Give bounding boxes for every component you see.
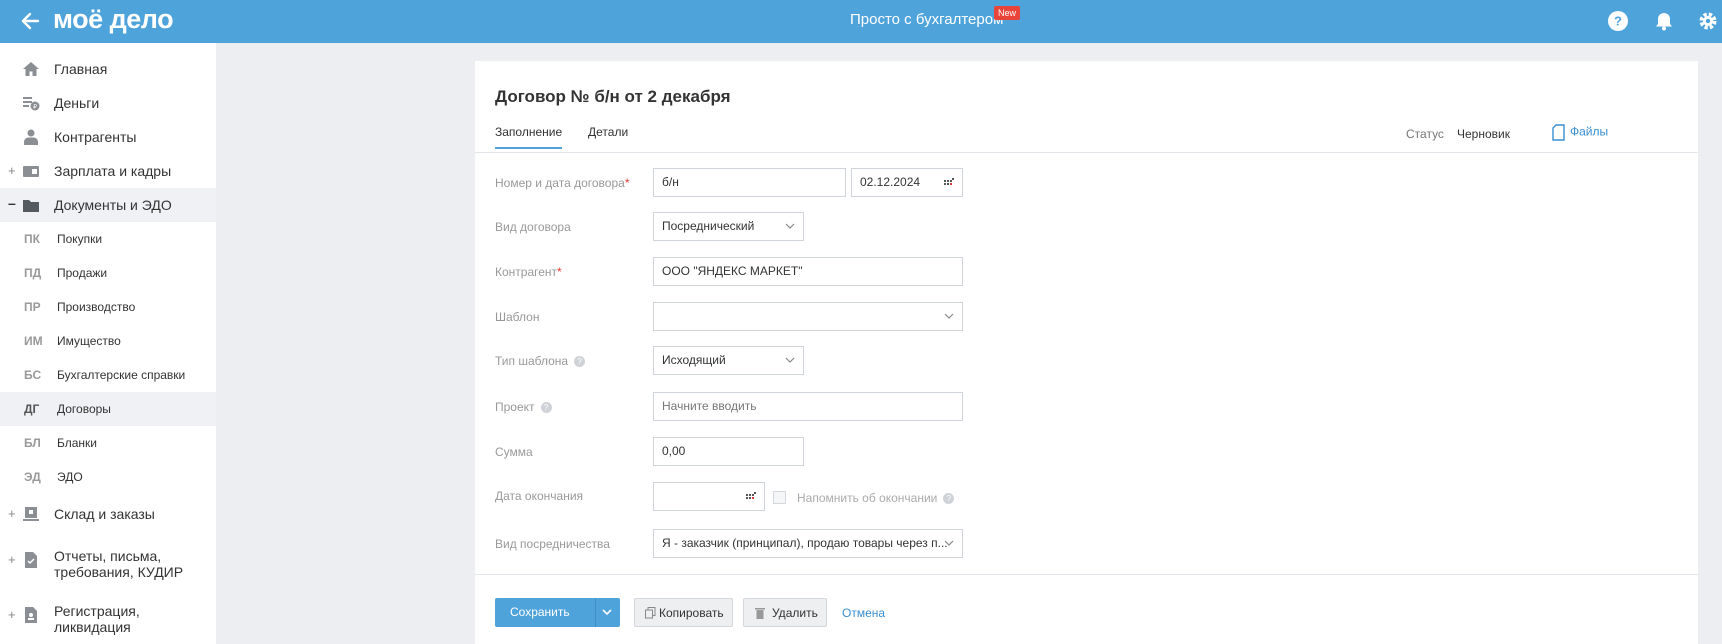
expand-icon[interactable]: +: [8, 552, 18, 567]
page-title: Договор № б/н от 2 декабря: [495, 87, 731, 106]
home-icon: [22, 60, 40, 78]
template-select[interactable]: [653, 302, 963, 331]
template-type-select[interactable]: Исходящий: [653, 346, 804, 375]
help-icon[interactable]: ?: [943, 493, 955, 504]
chevron-down-icon[interactable]: [602, 608, 612, 616]
folder-icon: [22, 196, 40, 214]
file-icon: [1552, 124, 1565, 141]
status-value: Черновик: [1457, 127, 1510, 141]
sidebar-item-label: Зарплата и кадры: [54, 163, 172, 179]
sidebar-item-salary[interactable]: + Зарплата и кадры: [0, 154, 216, 188]
sidebar-subitem-edo[interactable]: ЭД ЭДО: [0, 460, 216, 494]
contract-card: Договор № б/н от 2 декабря Заполнение Де…: [475, 61, 1698, 644]
sidebar-subitem-forms[interactable]: БЛ Бланки: [0, 426, 216, 460]
project-label: Проект?: [495, 400, 552, 414]
remind-label: Напомнить об окончании?: [797, 491, 955, 505]
svg-text:?: ?: [1614, 14, 1622, 29]
contract-type-label: Вид договора: [495, 220, 571, 234]
sidebar-subitem-sales[interactable]: ПД Продажи: [0, 256, 216, 290]
help-icon[interactable]: ?: [1607, 10, 1629, 32]
reports-icon: [22, 551, 40, 569]
copy-icon: [645, 607, 656, 619]
sidebar-item-documents[interactable]: – Документы и ЭДО: [0, 188, 216, 222]
help-icon[interactable]: ?: [574, 356, 586, 367]
copy-button[interactable]: Копировать: [634, 598, 733, 627]
template-label: Шаблон: [495, 310, 540, 324]
new-badge: New: [994, 6, 1021, 20]
expand-icon[interactable]: +: [8, 607, 18, 622]
sidebar-item-contractors[interactable]: Контрагенты: [0, 120, 216, 154]
number-date-label: Номер и дата договора*: [495, 176, 630, 190]
money-icon: ₽: [22, 94, 40, 112]
collapse-icon[interactable]: –: [8, 195, 16, 211]
tabs-divider: [475, 152, 1698, 153]
expand-icon[interactable]: +: [8, 163, 18, 178]
trash-icon: [755, 608, 765, 619]
promo-title[interactable]: Просто с бухгалтером: [850, 11, 1003, 28]
chevron-down-icon: [944, 540, 954, 546]
gear-icon[interactable]: [1697, 10, 1719, 32]
expand-icon[interactable]: +: [8, 506, 18, 521]
sidebar-item-label: Склад и заказы: [54, 506, 155, 522]
delete-button[interactable]: Удалить: [743, 598, 827, 627]
tab-details[interactable]: Детали: [588, 125, 628, 139]
project-input[interactable]: Начните вводить: [653, 392, 963, 421]
template-type-label: Тип шаблона?: [495, 354, 586, 368]
files-link[interactable]: Файлы: [1552, 124, 1608, 141]
sidebar-item-label: Отчеты, письма, требования, КУДИР: [54, 548, 184, 580]
save-button[interactable]: Сохранить: [495, 598, 620, 627]
salary-icon: [22, 162, 40, 180]
contractor-input[interactable]: ООО "ЯНДЕКС МАРКЕТ": [653, 257, 963, 286]
end-date-label: Дата окончания: [495, 489, 584, 503]
logo[interactable]: моё дело: [53, 4, 174, 35]
sidebar-item-label: Контрагенты: [54, 129, 137, 145]
sidebar-item-label: Деньги: [54, 95, 100, 111]
sidebar-item-label: Документы и ЭДО: [54, 197, 172, 213]
contractors-icon: [22, 128, 40, 146]
amount-label: Сумма: [495, 445, 533, 459]
amount-input[interactable]: 0,00: [653, 437, 804, 466]
warehouse-icon: [22, 505, 40, 523]
sidebar-subitem-property[interactable]: ИМ Имущество: [0, 324, 216, 358]
chevron-down-icon: [785, 223, 795, 229]
calendar-icon[interactable]: [944, 178, 954, 188]
contractor-label: Контрагент*: [495, 265, 562, 279]
status-label: Статус: [1406, 127, 1444, 141]
sidebar-item-label: Регистрация, ликвидация: [54, 603, 140, 635]
contract-number-input[interactable]: б/н: [653, 168, 846, 197]
sidebar-item-home[interactable]: Главная: [0, 52, 216, 86]
contract-type-select[interactable]: Посреднический: [653, 212, 804, 241]
calendar-icon[interactable]: [746, 492, 756, 502]
sidebar-item-registration[interactable]: + Регистрация, ликвидация: [0, 598, 216, 635]
footer-divider: [475, 574, 1698, 575]
mediation-type-select[interactable]: Я - заказчик (принципал), продаю товары …: [653, 529, 963, 558]
top-bar: моё дело Просто с бухгалтером New ?: [0, 0, 1722, 43]
sidebar-subitem-accounting-notes[interactable]: БС Бухгалтерские справки: [0, 358, 216, 392]
svg-text:₽: ₽: [33, 104, 37, 111]
sidebar: Главная ₽ Деньги Контрагенты + Зарплата …: [0, 43, 216, 644]
sidebar-item-reports[interactable]: + Отчеты, письма, требования, КУДИР: [0, 543, 216, 580]
back-arrow-icon[interactable]: [18, 8, 46, 34]
sidebar-subitem-purchases[interactable]: ПК Покупки: [0, 222, 216, 256]
sidebar-subitem-production[interactable]: ПР Производство: [0, 290, 216, 324]
sidebar-item-warehouse[interactable]: + Склад и заказы: [0, 497, 216, 531]
bell-icon[interactable]: [1653, 10, 1675, 32]
sidebar-subitem-contracts[interactable]: ДГ Договоры: [0, 392, 216, 426]
sidebar-item-money[interactable]: ₽ Деньги: [0, 86, 216, 120]
help-icon[interactable]: ?: [540, 402, 552, 413]
sidebar-item-label: Главная: [54, 61, 108, 77]
chevron-down-icon: [785, 357, 795, 363]
mediation-type-label: Вид посредничества: [495, 537, 610, 551]
tab-filling[interactable]: Заполнение: [495, 125, 563, 149]
chevron-down-icon: [944, 313, 954, 319]
remind-checkbox[interactable]: [773, 491, 786, 504]
cancel-link[interactable]: Отмена: [842, 606, 885, 620]
registration-icon: [22, 606, 40, 624]
end-date-input[interactable]: [653, 482, 765, 511]
contract-date-input[interactable]: 02.12.2024: [851, 168, 963, 197]
